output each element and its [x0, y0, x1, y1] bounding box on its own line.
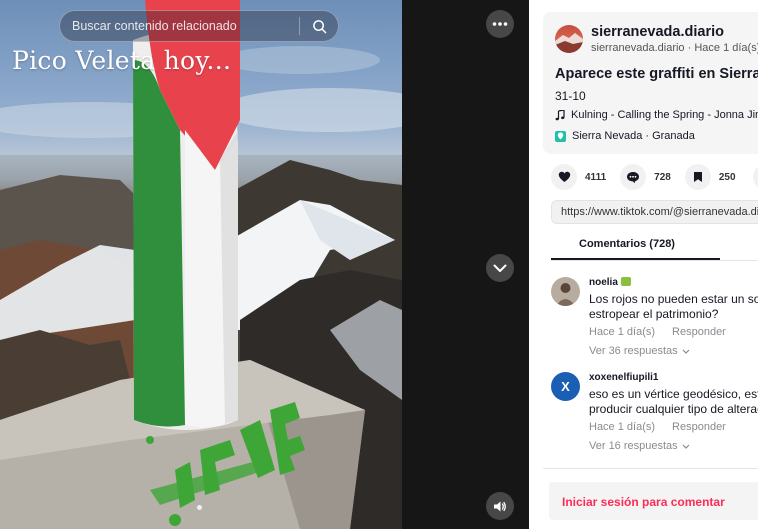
- post-caption: Aparece este graffiti en Sierra: [555, 66, 758, 82]
- related-search-bar[interactable]: Buscar contenido relacionado: [59, 10, 339, 42]
- location-label: Sierra Nevada · Granada: [572, 130, 695, 142]
- post-info-card: sierranevada.diario sierranevada.diario …: [543, 12, 758, 154]
- tabs-divider: [551, 260, 758, 261]
- reply-button[interactable]: Responder: [672, 326, 726, 338]
- author-username[interactable]: sierranevada.diario: [591, 24, 724, 40]
- comments-footer-divider: [543, 468, 758, 469]
- avatar[interactable]: [555, 25, 583, 53]
- avatar-letter: X: [561, 379, 570, 394]
- slide-indicator: [197, 505, 202, 510]
- comment-text-line1: eso es un vértice geodésico, esta: [589, 387, 758, 401]
- comment-meta: Hace 1 día(s) Responder: [589, 421, 726, 433]
- chevron-down-icon: [493, 264, 507, 272]
- tab-comments[interactable]: Comentarios (728): [579, 238, 675, 250]
- video-overlay-title: Pico Veleta hoy...: [12, 46, 232, 75]
- avatar[interactable]: X: [551, 372, 580, 401]
- login-prompt-label: Iniciar sesión para comentar: [562, 495, 725, 509]
- music-title: Kulning - Calling the Spring - Jonna Jin…: [571, 109, 758, 121]
- comment-icon: [620, 164, 647, 190]
- comment-meta: Hace 1 día(s) Responder: [589, 326, 726, 338]
- details-panel: sierranevada.diario sierranevada.diario …: [529, 0, 758, 529]
- next-video-button[interactable]: [486, 254, 514, 282]
- more-options-button[interactable]: [486, 10, 514, 38]
- heart-icon: [551, 164, 577, 190]
- view-replies-label: Ver 36 respuestas: [589, 345, 678, 357]
- avatar[interactable]: [551, 277, 580, 306]
- like-button[interactable]: 4111: [551, 164, 606, 190]
- view-replies-button[interactable]: Ver 36 respuestas: [589, 345, 690, 357]
- view-replies-label: Ver 16 respuestas: [589, 440, 678, 452]
- video-controls-strip: [402, 0, 529, 529]
- share-button[interactable]: [753, 164, 758, 190]
- comment-text-line2: producir cualquier tipo de alteración: [589, 402, 758, 416]
- tiktok-video-detail: Buscar contenido relacionado Pico Veleta…: [0, 0, 758, 529]
- bookmark-icon: [684, 164, 711, 190]
- author-handle-time: sierranevada.diario · Hace 1 día(s): [591, 42, 758, 54]
- action-bar: 4111 728 250: [551, 164, 750, 190]
- video-frame-illustration: [0, 0, 402, 529]
- like-count: 4111: [585, 171, 607, 183]
- comment-text-line1: Los rojos no pueden estar un solo: [589, 292, 758, 306]
- comment-count: 728: [654, 171, 671, 183]
- post-date: 31-10: [555, 89, 586, 103]
- chevron-down-icon: [682, 349, 690, 354]
- comment-author[interactable]: xoxenelfiupili1: [589, 372, 658, 383]
- share-link-field[interactable]: https://www.tiktok.com/@sierranevada.dia…: [551, 200, 758, 224]
- more-horizontal-icon: [492, 22, 508, 26]
- view-replies-button[interactable]: Ver 16 respuestas: [589, 440, 690, 452]
- save-button[interactable]: 250: [684, 164, 736, 190]
- chevron-down-icon: [682, 444, 690, 449]
- volume-button[interactable]: [486, 492, 514, 520]
- music-note-icon: [555, 109, 565, 120]
- comment-text-line2: estropear el patrimonio?: [589, 307, 719, 321]
- volume-icon: [494, 501, 506, 511]
- sticker-emoji-icon: [620, 277, 631, 286]
- comment-time: Hace 1 día(s): [589, 326, 656, 338]
- comment-author[interactable]: noelia: [589, 277, 631, 288]
- location-link[interactable]: Sierra Nevada · Granada: [555, 130, 695, 142]
- search-input[interactable]: Buscar contenido relacionado: [60, 19, 299, 33]
- reply-button[interactable]: Responder: [672, 421, 726, 433]
- comment-button[interactable]: 728: [620, 164, 671, 190]
- save-count: 250: [718, 171, 736, 183]
- video-player[interactable]: Buscar contenido relacionado Pico Veleta…: [0, 0, 402, 529]
- search-button[interactable]: [300, 10, 338, 42]
- comment-time: Hace 1 día(s): [589, 421, 656, 433]
- avatar-image: [555, 33, 583, 53]
- location-pin-icon: [555, 130, 566, 142]
- music-link[interactable]: Kulning - Calling the Spring - Jonna Jin…: [555, 109, 758, 121]
- login-to-comment-button[interactable]: Iniciar sesión para comentar: [549, 482, 758, 520]
- search-icon: [312, 19, 326, 33]
